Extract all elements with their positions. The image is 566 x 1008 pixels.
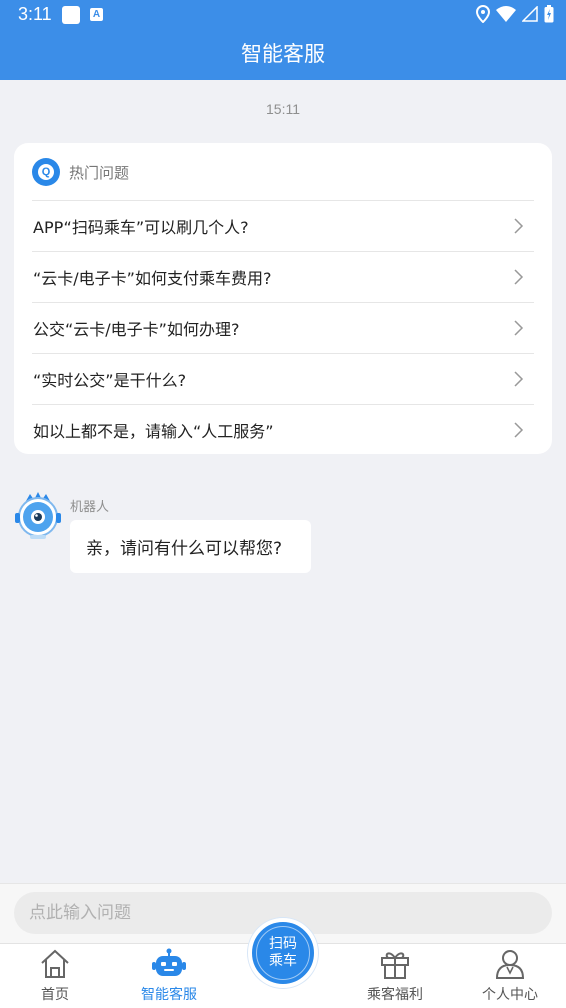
wifi-icon (496, 6, 516, 22)
status-icons (476, 5, 554, 23)
hot-question-item[interactable]: APP“扫码乘车”可以刷几个人? (32, 200, 534, 251)
tab-benefits-label: 乘客福利 (367, 987, 423, 1003)
robot-icon (152, 948, 186, 976)
hot-questions-card: Q 热门问题 APP“扫码乘车”可以刷几个人? “云卡/电子卡”如何支付乘车费用… (14, 143, 552, 454)
hot-question-text: “云卡/电子卡”如何支付乘车费用? (33, 269, 272, 288)
signal-icon (522, 6, 538, 22)
hot-question-text: APP“扫码乘车”可以刷几个人? (33, 218, 249, 237)
tab-home-label: 首页 (41, 987, 69, 1003)
home-icon (41, 949, 69, 978)
robot-avatar-icon (15, 492, 61, 539)
chevron-right-icon (514, 371, 524, 387)
chevron-right-icon (514, 320, 524, 336)
chevron-right-icon (514, 269, 524, 285)
hot-question-text: 公交“云卡/电子卡”如何办理? (33, 320, 240, 339)
hot-questions-list: APP“扫码乘车”可以刷几个人? “云卡/电子卡”如何支付乘车费用? 公交“云卡… (32, 200, 534, 455)
notification-square-icon (62, 6, 80, 24)
location-icon (476, 5, 490, 23)
battery-icon (544, 5, 554, 23)
scan-ride-button[interactable]: 扫码 乘车 (248, 918, 318, 988)
hot-question-text: 如以上都不是，请输入“人工服务” (33, 422, 274, 441)
chevron-right-icon (514, 422, 524, 438)
person-icon (495, 950, 525, 979)
tab-service[interactable]: 智能客服 (124, 948, 214, 1008)
hot-questions-header: Q 热门问题 (32, 157, 129, 187)
tab-profile-label: 个人中心 (482, 987, 538, 1003)
status-time: 3:11 (18, 4, 52, 24)
app-header: 3:11 A 智能客服 (0, 0, 566, 80)
hot-question-text: “实时公交”是干什么? (33, 371, 187, 390)
bot-name: 机器人 (70, 500, 110, 515)
tab-benefits[interactable]: 乘客福利 (350, 948, 440, 1008)
chat-timestamp: 15:11 (266, 101, 300, 117)
status-bar: 3:11 A (0, 0, 566, 30)
tab-service-label: 智能客服 (141, 987, 197, 1003)
a-badge-icon: A (90, 8, 103, 21)
hot-question-item[interactable]: 公交“云卡/电子卡”如何办理? (32, 302, 534, 353)
page-title: 智能客服 (241, 42, 325, 66)
tab-profile[interactable]: 个人中心 (465, 948, 555, 1008)
hot-question-item[interactable]: “实时公交”是干什么? (32, 353, 534, 404)
chevron-right-icon (514, 218, 524, 234)
hot-questions-label: 热门问题 (69, 163, 130, 182)
scan-ride-label-line1: 扫码 (269, 936, 297, 952)
scan-ride-label-line2: 乘车 (269, 953, 297, 969)
hot-question-item[interactable]: 如以上都不是，请输入“人工服务” (32, 404, 534, 455)
gift-icon (381, 952, 409, 979)
bot-message-bubble: 亲，请问有什么可以帮您? (70, 520, 311, 573)
hot-question-item[interactable]: “云卡/电子卡”如何支付乘车费用? (32, 251, 534, 302)
tab-home[interactable]: 首页 (10, 948, 100, 1008)
question-icon: Q (32, 158, 60, 186)
